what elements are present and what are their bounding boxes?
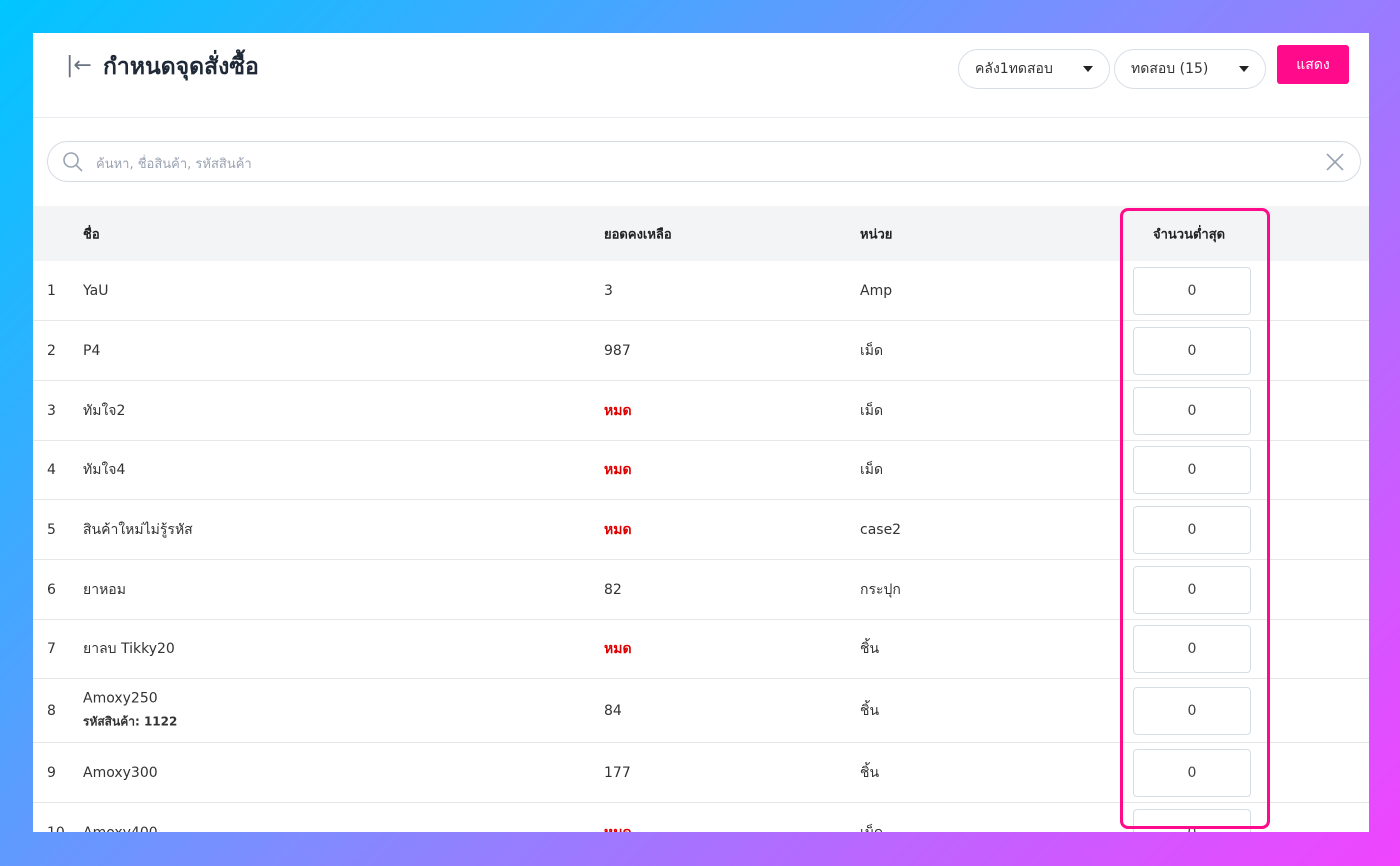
table-row: 1 YaU 3 Amp bbox=[33, 261, 1369, 321]
warehouse-select-value: คลัง1ทดสอบ bbox=[975, 61, 1053, 77]
product-name: Amoxy300 bbox=[83, 764, 158, 781]
product-name-cell: YaU bbox=[83, 283, 108, 299]
unit-value: เม็ด bbox=[860, 342, 884, 359]
min-qty-input[interactable] bbox=[1133, 386, 1251, 435]
min-qty-input[interactable] bbox=[1133, 686, 1251, 735]
table-header: ชื่อ ยอดคงเหลือ หน่วย จำนวนต่ำสุด bbox=[33, 206, 1369, 261]
table-row: 10 Amoxy400 หมด เม็ด bbox=[33, 803, 1369, 832]
unit-value: ชิ้น bbox=[860, 640, 880, 657]
column-stock: ยอดคงเหลือ bbox=[604, 227, 672, 242]
page-title: กำหนดจุดสั่งซื้อ bbox=[103, 54, 259, 80]
table-row: 7 ยาลบ Tikky20 หมด ชิ้น bbox=[33, 619, 1369, 679]
product-name: ทัมใจ2 bbox=[83, 402, 126, 419]
row-number: 7 bbox=[47, 640, 56, 657]
product-name-cell: Amoxy300 bbox=[83, 765, 158, 781]
caret-down-icon bbox=[1083, 66, 1093, 72]
table-row: 4 ทัมใจ4 หมด เม็ด bbox=[33, 440, 1369, 500]
back-arrow-icon[interactable]: |← bbox=[66, 53, 92, 78]
unit-value: Amp bbox=[860, 282, 893, 299]
product-name: P4 bbox=[83, 342, 101, 359]
show-button[interactable]: แสดง bbox=[1277, 45, 1349, 84]
min-qty-input[interactable] bbox=[1133, 565, 1251, 614]
page-card: |← กำหนดจุดสั่งซื้อ คลัง1ทดสอบ ทดสอบ (15… bbox=[33, 33, 1369, 832]
product-name-cell: ยาหอม bbox=[83, 579, 126, 601]
min-qty-input[interactable] bbox=[1133, 505, 1251, 554]
row-number: 4 bbox=[47, 461, 56, 478]
row-number: 1 bbox=[47, 282, 56, 299]
product-name-cell: สินค้าใหม่ไม่รู้รหัส bbox=[83, 519, 193, 541]
product-name-cell: ทัมใจ2 bbox=[83, 400, 125, 422]
unit-value: เม็ด bbox=[860, 461, 884, 478]
min-qty-input[interactable] bbox=[1133, 748, 1251, 797]
stock-value: 3 bbox=[604, 282, 613, 299]
row-number: 9 bbox=[47, 764, 56, 781]
column-min-qty: จำนวนต่ำสุด bbox=[1153, 227, 1226, 242]
row-number: 5 bbox=[47, 521, 56, 538]
min-qty-input[interactable] bbox=[1133, 624, 1251, 673]
product-name: ยาลบ Tikky20 bbox=[83, 640, 175, 657]
product-name: Amoxy400 bbox=[83, 825, 158, 832]
table-row: 5 สินค้าใหม่ไม่รู้รหัส หมด case2 bbox=[33, 500, 1369, 560]
row-number: 8 bbox=[47, 702, 56, 719]
top-bar: |← กำหนดจุดสั่งซื้อ คลัง1ทดสอบ ทดสอบ (15… bbox=[33, 33, 1369, 118]
row-number: 2 bbox=[47, 342, 56, 359]
stock-value: 82 bbox=[604, 581, 622, 598]
product-name-cell: ทัมใจ4 bbox=[83, 459, 125, 481]
row-number: 3 bbox=[47, 402, 56, 419]
stock-value: หมด bbox=[604, 822, 632, 832]
branch-select[interactable]: ทดสอบ (15) bbox=[1114, 49, 1266, 89]
row-number: 10 bbox=[47, 825, 65, 832]
unit-value: เม็ด bbox=[860, 822, 883, 832]
branch-select-value: ทดสอบ (15) bbox=[1131, 61, 1209, 77]
product-name-cell: ยาลบ Tikky20 bbox=[83, 638, 175, 660]
product-name: ทัมใจ4 bbox=[83, 461, 126, 478]
table-row: 6 ยาหอม 82 กระปุก bbox=[33, 560, 1369, 620]
min-qty-input[interactable] bbox=[1133, 266, 1251, 315]
clear-icon[interactable] bbox=[1326, 153, 1344, 171]
stock-value: 177 bbox=[604, 764, 631, 781]
search-icon bbox=[63, 152, 83, 172]
product-name-cell: P4 bbox=[83, 343, 100, 359]
table-row: 9 Amoxy300 177 ชิ้น bbox=[33, 743, 1369, 803]
unit-value: case2 bbox=[860, 521, 902, 538]
table-row: 3 ทัมใจ2 หมด เม็ด bbox=[33, 381, 1369, 441]
min-qty-input[interactable] bbox=[1133, 326, 1251, 375]
stock-value: 84 bbox=[604, 702, 622, 719]
search-placeholder: ค้นหา, ชื่อสินค้า, รหัสสินค้า bbox=[96, 157, 252, 172]
product-code: รหัสสินค้า: 1122 bbox=[83, 714, 178, 728]
row-number: 6 bbox=[47, 581, 56, 598]
product-name: YaU bbox=[83, 282, 109, 299]
column-unit: หน่วย bbox=[860, 227, 893, 242]
search-input[interactable]: ค้นหา, ชื่อสินค้า, รหัสสินค้า bbox=[47, 141, 1361, 182]
product-name-cell: Amoxy400 bbox=[83, 825, 158, 832]
min-qty-input[interactable] bbox=[1133, 445, 1251, 494]
column-name: ชื่อ bbox=[83, 227, 100, 242]
stock-value: 987 bbox=[604, 342, 631, 359]
caret-down-icon bbox=[1239, 66, 1249, 72]
stock-value: หมด bbox=[604, 640, 632, 657]
min-qty-input[interactable] bbox=[1133, 809, 1251, 832]
unit-value: ชิ้น bbox=[860, 764, 880, 781]
unit-value: กระปุก bbox=[860, 581, 901, 598]
unit-value: เม็ด bbox=[860, 402, 884, 419]
stock-value: หมด bbox=[604, 402, 632, 419]
product-name: Amoxy250 bbox=[83, 690, 158, 706]
stock-value: หมด bbox=[604, 461, 632, 478]
product-name-cell: Amoxy250 รหัสสินค้า: 1122 bbox=[83, 690, 177, 731]
unit-value: ชิ้น bbox=[860, 702, 880, 719]
product-name: ยาหอม bbox=[83, 581, 126, 598]
table-row: 2 P4 987 เม็ด bbox=[33, 321, 1369, 381]
table-row: 8 Amoxy250 รหัสสินค้า: 1122 84 ชิ้น bbox=[33, 679, 1369, 743]
product-name: สินค้าใหม่ไม่รู้รหัส bbox=[83, 521, 193, 538]
warehouse-select[interactable]: คลัง1ทดสอบ bbox=[958, 49, 1110, 89]
stock-value: หมด bbox=[604, 521, 632, 538]
